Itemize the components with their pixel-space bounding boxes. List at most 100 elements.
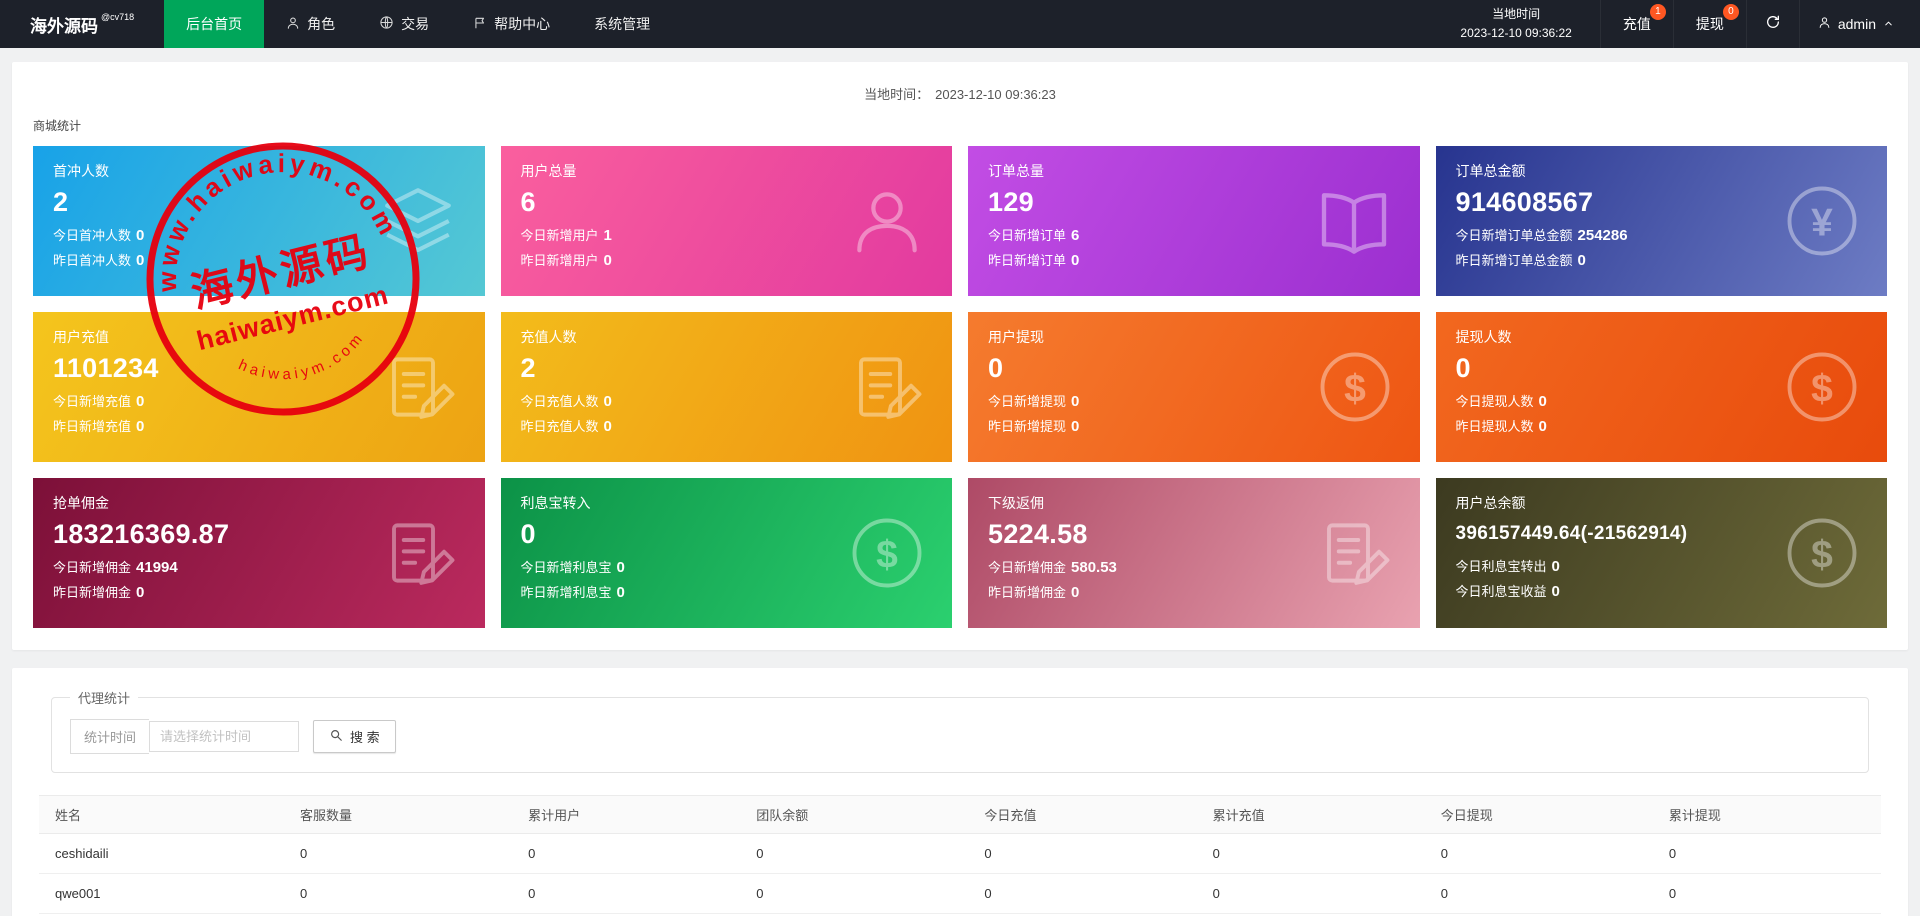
- cell: 0: [1196, 873, 1425, 914]
- dollar-circle-icon: $: [1783, 348, 1861, 426]
- agent-table: 姓名 客服数量 累计用户 团队余额 今日充值 累计充值 今日提现 累计提现 ce…: [39, 795, 1881, 916]
- cell: 0: [1196, 833, 1425, 874]
- dollar-circle-icon: $: [1783, 514, 1861, 592]
- label: 今日利息宝转出: [1455, 559, 1547, 574]
- cell: 0: [740, 873, 969, 914]
- stat-card-order-total-amount: 订单总金额 914608567 今日新增订单总金额 254286 昨日新增订单总金…: [1435, 146, 1887, 296]
- cell: 0: [512, 833, 741, 874]
- dollar-circle-icon: $: [1316, 348, 1394, 426]
- dollar-circle-icon: $: [848, 514, 926, 592]
- nav-item-trade[interactable]: 交易: [357, 0, 451, 48]
- doc-pencil-icon: [848, 348, 926, 426]
- agent-stats-fieldset: 代理统计 统计时间 搜 索: [51, 688, 1869, 773]
- panel-time-value: 2023-12-10 09:36:23: [935, 87, 1056, 102]
- label: 昨日充值人数: [520, 419, 599, 434]
- search-button[interactable]: 搜 索: [313, 720, 396, 753]
- admin-username: admin: [1837, 16, 1876, 32]
- label: 昨日新增提现: [988, 419, 1067, 434]
- svg-text:¥: ¥: [1811, 202, 1833, 245]
- stats-section-title: 商城统计: [33, 119, 82, 133]
- value: 1: [603, 227, 612, 244]
- flag-icon: [473, 16, 487, 33]
- value: 0: [136, 393, 145, 410]
- brand-badge: @cv718: [101, 12, 135, 22]
- agent-filter-row: 统计时间 搜 索: [70, 719, 1850, 754]
- label: 今日充值人数: [520, 394, 599, 409]
- stat-card-recharge-users: 充值人数 2 今日充值人数 0 昨日充值人数 0: [500, 312, 952, 462]
- nav-label: 交易: [401, 16, 430, 32]
- stat-card-grab-commission: 抢单佣金 183216369.87 今日新增佣金 41994 昨日新增佣金 0: [33, 478, 485, 628]
- withdraw-notice-button[interactable]: 提现 0: [1672, 0, 1746, 48]
- stat-card-user-withdraw: 用户提现 0 今日新增提现 0 昨日新增提现 0 $: [968, 312, 1420, 462]
- value: 0: [1538, 418, 1547, 435]
- label: 昨日新增用户: [520, 253, 599, 268]
- value: 0: [1071, 393, 1080, 410]
- value: 0: [616, 584, 625, 601]
- value: 6: [1071, 227, 1080, 244]
- navbar-right: 当地时间 2023-12-10 09:36:22 充值 1 提现 0 admin: [1432, 0, 1920, 48]
- col-header-service-count: 客服数量: [284, 795, 513, 834]
- brand-title: 海外源码: [30, 16, 98, 36]
- nav-item-help-center[interactable]: 帮助中心: [451, 0, 572, 48]
- col-header-today-recharge: 今日充值: [968, 795, 1197, 834]
- recharge-count-badge: 1: [1649, 4, 1666, 20]
- label: 今日新增订单总金额: [1455, 228, 1573, 243]
- label: 今日提现人数: [1455, 394, 1534, 409]
- label: 昨日新增订单: [988, 253, 1067, 268]
- nav-label: 后台首页: [186, 16, 243, 32]
- card-title: 用户总余额: [1455, 495, 1526, 511]
- stat-card-total-orders: 订单总量 129 今日新增订单 6 昨日新增订单 0: [968, 146, 1420, 296]
- nav-item-dashboard[interactable]: 后台首页: [164, 0, 265, 48]
- user-icon: [848, 182, 926, 260]
- card-title: 订单总金额: [1455, 163, 1526, 179]
- cell: 0: [284, 873, 513, 914]
- local-time-value: 2023-12-10 09:36:22: [1460, 26, 1572, 40]
- label: 昨日提现人数: [1455, 419, 1534, 434]
- value: 0: [1551, 583, 1560, 600]
- admin-menu[interactable]: admin: [1798, 0, 1920, 48]
- card-title: 充值人数: [520, 329, 577, 345]
- card-title: 提现人数: [1455, 329, 1512, 345]
- stats-panel: 当地时间： 2023-12-10 09:36:23 商城统计 首冲人数 2 今日首…: [12, 62, 1908, 650]
- main-nav: 后台首页 角色 交易 帮助中心 系统管理: [164, 0, 672, 48]
- value: 0: [136, 584, 145, 601]
- nav-item-roles[interactable]: 角色: [264, 0, 357, 48]
- value: 0: [603, 418, 612, 435]
- label: 昨日新增佣金: [988, 585, 1067, 600]
- top-navbar: 海外源码 @cv718 后台首页 角色 交易 帮助中心 系统管理 当地时间 20…: [0, 0, 1920, 48]
- stat-card-user-total-balance: 用户总余额 396157449.64(-21562914) 今日利息宝转出 0 今…: [1435, 478, 1887, 628]
- value: 0: [1071, 252, 1080, 269]
- label: 今日新增利息宝: [520, 560, 612, 575]
- doc-pencil-icon: [381, 514, 459, 592]
- nav-label: 帮助中心: [494, 16, 551, 32]
- value: 0: [1551, 558, 1560, 575]
- value: 0: [136, 227, 145, 244]
- value: 0: [616, 559, 625, 576]
- label: 今日新增提现: [988, 394, 1067, 409]
- yen-circle-icon: ¥: [1783, 182, 1861, 260]
- label: 今日新增充值: [53, 394, 132, 409]
- value: 254286: [1577, 227, 1628, 244]
- user-icon: [286, 16, 300, 33]
- stat-time-input[interactable]: [149, 721, 300, 752]
- stat-card-withdraw-users: 提现人数 0 今日提现人数 0 昨日提现人数 0 $: [1435, 312, 1887, 462]
- cell: 0: [284, 833, 513, 874]
- doc-pencil-icon: [1316, 514, 1394, 592]
- stat-card-total-users: 用户总量 6 今日新增用户 1 昨日新增用户 0: [500, 146, 952, 296]
- refresh-button[interactable]: [1745, 0, 1799, 48]
- layers-icon: [377, 180, 459, 262]
- col-header-total-withdraw: 累计提现: [1652, 795, 1881, 834]
- svg-text:$: $: [1811, 368, 1833, 411]
- col-header-team-balance: 团队余额: [740, 795, 969, 834]
- recharge-notice-button[interactable]: 充值 1: [1599, 0, 1673, 48]
- nav-item-system[interactable]: 系统管理: [572, 0, 672, 48]
- brand-logo[interactable]: 海外源码 @cv718: [0, 0, 164, 48]
- value: 0: [1071, 418, 1080, 435]
- col-header-today-withdraw: 今日提现: [1424, 795, 1653, 834]
- card-title: 订单总量: [988, 163, 1044, 179]
- value: 41994: [136, 559, 178, 576]
- panel-local-time: 当地时间： 2023-12-10 09:36:23: [12, 62, 1908, 115]
- card-title: 用户充值: [53, 329, 109, 345]
- stat-cards-grid: 首冲人数 2 今日首冲人数 0 昨日首冲人数 0 用户总量 6 今日新增用户 1 昨日…: [33, 146, 1887, 628]
- stat-time-label: 统计时间: [70, 719, 150, 754]
